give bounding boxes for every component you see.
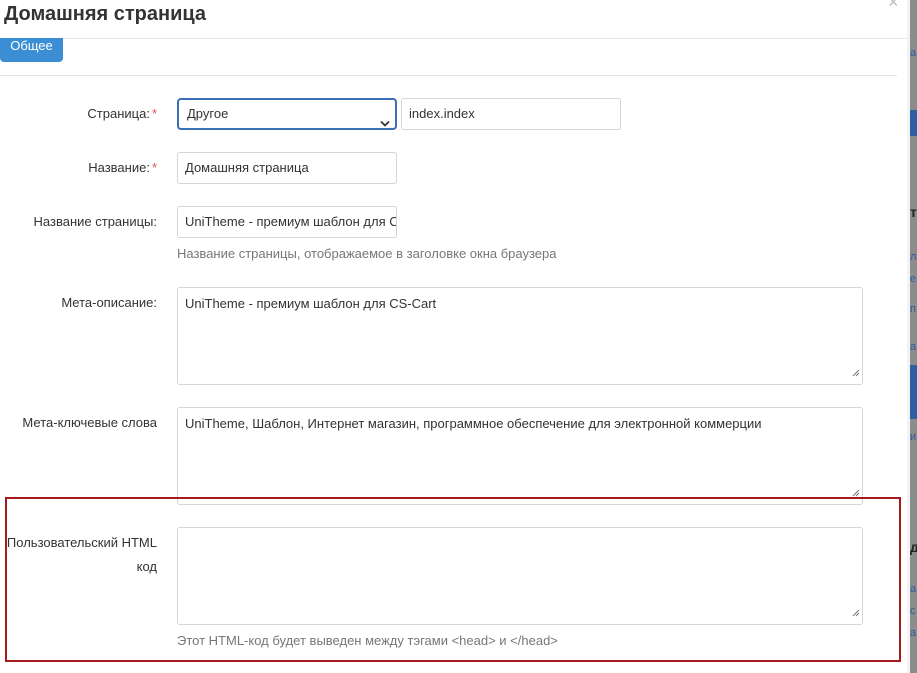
page-title-label: Название страницы:	[33, 214, 157, 229]
required-marker: *	[151, 106, 157, 121]
tab-general[interactable]: Общее	[0, 38, 63, 62]
meta-keywords-label: Мета-ключевые слова	[22, 415, 157, 430]
background-text: е	[910, 273, 917, 285]
page-title-input[interactable]: UniTheme - премиум шаблон для CS-Cart	[177, 206, 397, 238]
name-input[interactable]: Домашняя страница	[177, 152, 397, 184]
resize-handle-icon[interactable]	[852, 364, 860, 382]
background-text: а	[910, 341, 917, 353]
background-scrollbar	[910, 0, 917, 673]
tabs-divider	[0, 75, 897, 76]
meta-keywords-value: UniTheme, Шаблон, Интернет магазин, прог…	[185, 416, 762, 431]
page-title-hint: Название страницы, отображаемое в заголо…	[177, 246, 557, 261]
meta-keywords-textarea[interactable]: UniTheme, Шаблон, Интернет магазин, прог…	[177, 407, 863, 505]
meta-description-textarea[interactable]: UniTheme - премиум шаблон для CS-Cart	[177, 287, 863, 385]
page-select-value: Другое	[187, 106, 229, 121]
background-text: с	[910, 605, 916, 617]
background-text: а	[910, 627, 917, 639]
dispatch-input[interactable]: index.index	[401, 98, 621, 130]
page-label: Страница: *	[0, 102, 157, 126]
page-select[interactable]: Другое	[177, 98, 397, 130]
close-icon[interactable]: ×	[888, 0, 899, 13]
background-text: и	[910, 431, 917, 443]
background-blue-block	[910, 110, 917, 136]
page-label-text: Страница:	[87, 106, 150, 121]
custom-html-hint: Этот HTML-код будет выведен между тэгами…	[177, 633, 558, 648]
header-divider	[0, 38, 907, 39]
name-label-text: Название:	[88, 160, 150, 175]
custom-html-label: Пользовательский HTML код	[0, 531, 157, 579]
background-blue-block	[910, 365, 917, 419]
custom-html-label-line1: Пользовательский HTML	[6, 535, 157, 550]
resize-handle-icon[interactable]	[852, 604, 860, 622]
background-text: п	[910, 303, 916, 315]
name-label: Название: *	[0, 156, 157, 180]
background-text: л	[910, 251, 917, 263]
background-text: а	[910, 583, 917, 595]
background-text: д	[910, 539, 917, 555]
background-text: т	[910, 204, 917, 220]
chevron-down-icon	[380, 110, 390, 128]
modal-title: Домашняя страница	[4, 3, 207, 25]
custom-html-label-line2: код	[136, 559, 157, 574]
background-text: а	[910, 47, 917, 59]
required-marker: *	[151, 160, 157, 175]
custom-html-textarea[interactable]	[177, 527, 863, 625]
meta-description-label: Мета-описание:	[61, 295, 157, 310]
meta-description-value: UniTheme - премиум шаблон для CS-Cart	[185, 296, 437, 311]
